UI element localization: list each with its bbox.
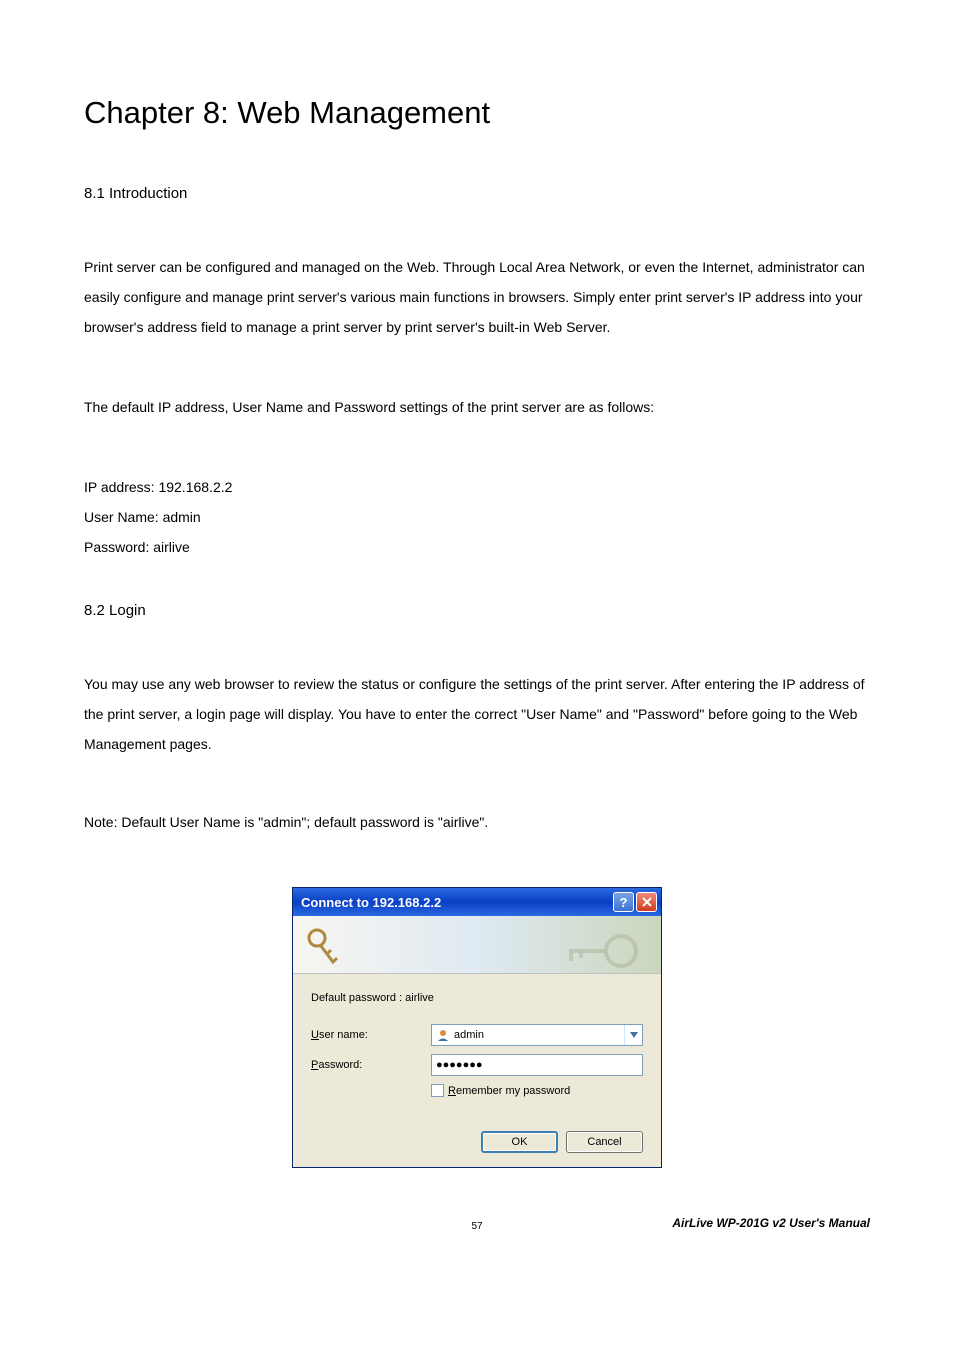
dropdown-arrow[interactable] (624, 1025, 642, 1045)
login-paragraph: You may use any web browser to review th… (84, 669, 870, 759)
username-label: User name: (311, 1029, 431, 1041)
close-button[interactable] (636, 892, 657, 912)
dialog-titlebar[interactable]: Connect to 192.168.2.2 ? (293, 888, 661, 916)
login-dialog: Connect to 192.168.2.2 ? (292, 887, 662, 1168)
remember-label: Remember my password (448, 1085, 570, 1097)
dialog-title: Connect to 192.168.2.2 (301, 895, 611, 910)
remember-checkbox[interactable] (431, 1084, 444, 1097)
page-number: 57 (0, 1221, 954, 1232)
user-icon (436, 1028, 450, 1042)
keyring-icon (561, 926, 641, 974)
password-line: Password: airlive (84, 532, 870, 562)
dialog-realm-text: Default password : airlive (311, 992, 643, 1004)
password-input[interactable] (431, 1054, 643, 1076)
close-icon (642, 895, 652, 910)
default-settings-block: IP address: 192.168.2.2 User Name: admin… (84, 472, 870, 562)
password-label: Password: (311, 1059, 431, 1071)
chapter-title: Chapter 8: Web Management (84, 95, 870, 131)
ip-address-line: IP address: 192.168.2.2 (84, 472, 870, 502)
help-button[interactable]: ? (613, 892, 634, 912)
dialog-banner (293, 916, 661, 974)
section-8-2-title: 8.2 Login (84, 602, 870, 619)
username-line: User Name: admin (84, 502, 870, 532)
username-value: admin (454, 1029, 624, 1041)
intro-paragraph-2: The default IP address, User Name and Pa… (84, 392, 870, 422)
ok-button[interactable]: OK (481, 1131, 558, 1153)
help-icon: ? (620, 895, 628, 910)
intro-paragraph-1: Print server can be configured and manag… (84, 252, 870, 342)
username-input[interactable]: admin (431, 1024, 643, 1046)
cancel-button[interactable]: Cancel (566, 1131, 643, 1153)
section-8-1-title: 8.1 Introduction (84, 185, 870, 202)
login-note: Note: Default User Name is "admin"; defa… (84, 807, 870, 837)
keys-icon (303, 924, 345, 966)
